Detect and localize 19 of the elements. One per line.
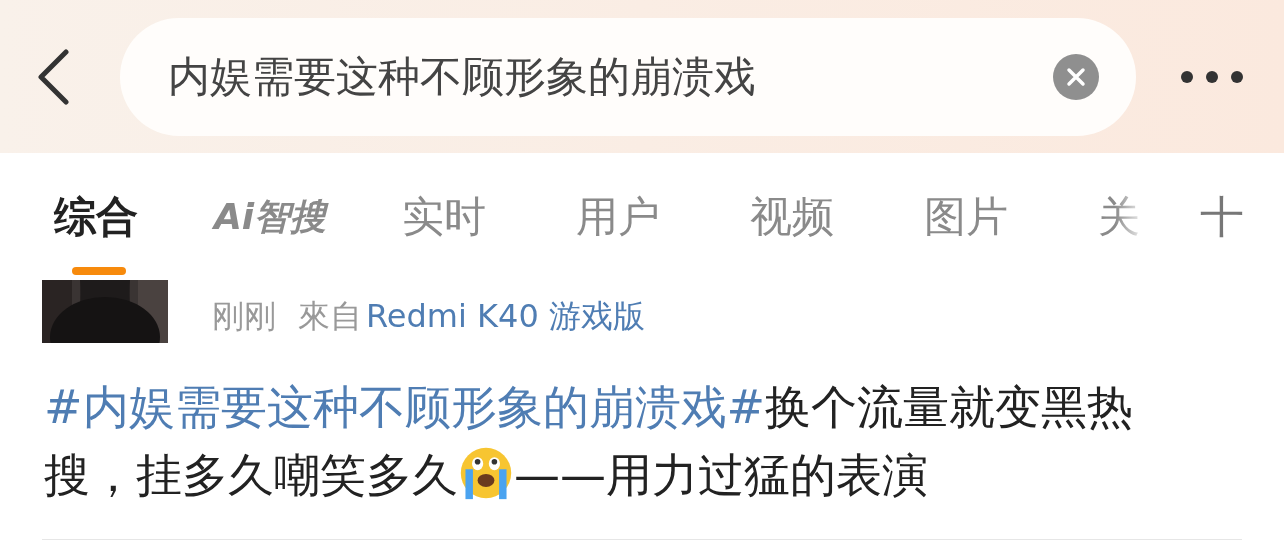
clear-icon[interactable] [1053, 53, 1099, 100]
crying-emoji-icon [458, 445, 514, 501]
tab-indicator [72, 267, 126, 275]
search-field[interactable]: 内娱需要这种不顾形象的崩溃戏 [120, 17, 1136, 136]
more-icon[interactable] [1180, 69, 1244, 84]
back-icon[interactable] [36, 48, 70, 105]
tab[interactable]: Ai智搜 [214, 189, 327, 245]
tab[interactable]: 用户 [576, 189, 660, 245]
source-label: 來自 [298, 296, 362, 335]
add-tab-button[interactable]: 十 [1200, 191, 1244, 243]
source-device-link[interactable]: Redmi K40 游戏版 [366, 296, 645, 335]
tab[interactable]: 综合 [54, 189, 138, 245]
hashtag-link[interactable]: #内娱需要这种不顾形象的崩溃戏# [44, 380, 766, 434]
tab[interactable]: 图片 [924, 189, 1008, 245]
tab[interactable]: 视频 [750, 189, 834, 245]
tab[interactable]: 关 [1098, 189, 1140, 245]
post-text: #内娱需要这种不顾形象的崩溃戏#换个流量就变黑热搜，挂多久嘲笑多久 ——用力过猛的表演 [44, 379, 1135, 504]
tab[interactable]: 实时 [402, 189, 486, 245]
post-time: 刚刚 [212, 296, 276, 335]
